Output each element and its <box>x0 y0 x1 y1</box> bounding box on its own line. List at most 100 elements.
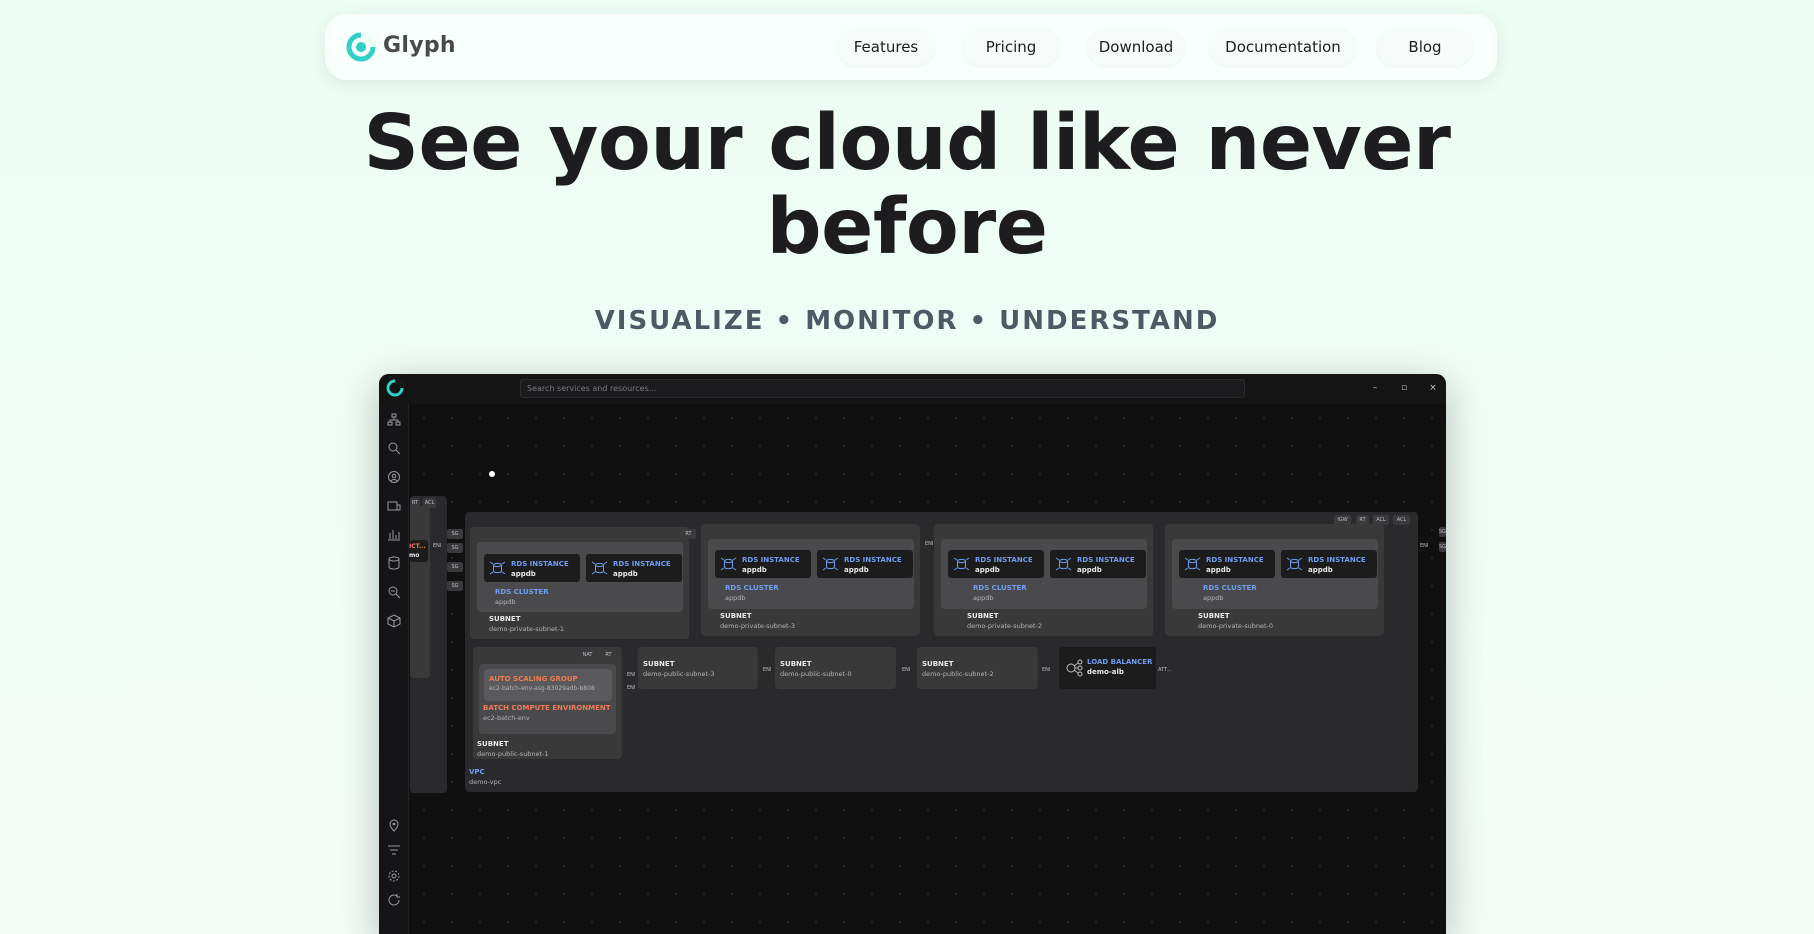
sg-tag[interactable]: SG <box>447 529 463 539</box>
rds-instance-card[interactable]: RDS INSTANCE appdb <box>1050 550 1146 578</box>
security-icon[interactable] <box>387 469 401 483</box>
rt-tag[interactable]: RT <box>601 650 616 660</box>
batch-compute-value: ec2-batch-env <box>483 714 530 722</box>
rds-instance-value: appdb <box>844 566 869 574</box>
settings-gear-icon[interactable] <box>387 868 401 882</box>
app-window-preview: Search services and resources... – ▫ × I… <box>379 374 1446 934</box>
rds-instance-icon <box>1055 557 1072 571</box>
app-search-input[interactable]: Search services and resources... <box>520 379 1245 398</box>
nav-link-pricing[interactable]: Pricing <box>963 28 1059 66</box>
sg-tag[interactable]: SG <box>447 581 463 591</box>
rds-instance-value: appdb <box>511 570 536 578</box>
nat-tag[interactable]: NAT <box>578 650 597 660</box>
rds-instance-icon <box>953 557 970 571</box>
rds-instance-value: appdb <box>613 570 638 578</box>
hero-subtitle: VISUALIZE • MONITOR • UNDERSTAND <box>594 306 1220 336</box>
eni-label: ENI <box>763 667 772 673</box>
load-balancer-icon <box>1066 659 1083 677</box>
sg-tag[interactable]: SG <box>1439 527 1446 537</box>
storage-icon[interactable] <box>387 555 401 570</box>
eni-label: ENI <box>1420 543 1429 549</box>
sg-tag[interactable]: SG <box>1439 542 1446 552</box>
rds-instance-label: RDS INSTANCE <box>742 556 800 564</box>
app-logo-icon <box>386 379 404 397</box>
rds-instance-card[interactable]: RDS INSTANCE appdb <box>817 550 913 578</box>
rds-cluster-label: RDS CLUSTER <box>725 584 779 592</box>
topology-icon[interactable] <box>387 412 401 426</box>
subnet-name: demo-public-subnet-2 <box>922 670 994 678</box>
subnet-label: SUBNET <box>922 660 954 668</box>
refresh-icon[interactable] <box>387 892 401 906</box>
package-icon[interactable] <box>387 613 401 628</box>
nav-link-documentation[interactable]: Documentation <box>1210 28 1356 66</box>
rds-instance-value: appdb <box>1077 566 1102 574</box>
nav-link-blog[interactable]: Blog <box>1377 28 1473 66</box>
rds-instance-card[interactable]: RDS INSTANCE appdb <box>715 550 811 578</box>
rds-cluster-label: RDS CLUSTER <box>973 584 1027 592</box>
metrics-icon[interactable] <box>387 526 401 541</box>
subnet-name: demo-public-subnet-0 <box>780 670 852 678</box>
rds-cluster-label: RDS CLUSTER <box>1203 584 1257 592</box>
batch-compute-label: BATCH COMPUTE ENVIRONMENT <box>483 704 611 712</box>
rds-instance-card[interactable]: RDS INSTANCE appdb <box>1179 550 1275 578</box>
search-resources-icon[interactable] <box>387 440 401 455</box>
att-label: ATT... <box>1158 667 1172 673</box>
acl-tag[interactable]: ACL <box>1393 515 1410 525</box>
subnet-public-2[interactable] <box>917 647 1038 689</box>
rds-instance-icon <box>822 557 839 571</box>
rds-instance-card[interactable]: RDS INSTANCE appdb <box>484 554 580 582</box>
load-balancer-card[interactable]: LOAD BALANCER demo-alb <box>1059 647 1156 689</box>
location-icon[interactable] <box>387 817 401 832</box>
sg-tag[interactable]: SG <box>447 543 463 553</box>
rds-instance-icon <box>720 557 737 571</box>
subnet-label: SUBNET <box>967 612 999 620</box>
rds-instance-label: RDS INSTANCE <box>613 560 671 568</box>
subnet-label: SUBNET <box>1198 612 1230 620</box>
eni-label: ENI <box>627 685 636 691</box>
left-stub-title: ICT... <box>409 543 426 550</box>
rds-instance-value: appdb <box>1308 566 1333 574</box>
rds-instance-card[interactable]: RDS INSTANCE appdb <box>586 554 682 582</box>
brand-name[interactable]: Glyph <box>383 33 456 58</box>
rds-instance-value: appdb <box>1206 566 1231 574</box>
rds-instance-label: RDS INSTANCE <box>844 556 902 564</box>
rds-instance-icon <box>1184 557 1201 571</box>
subnet-label: SUBNET <box>477 740 509 748</box>
maximize-icon[interactable]: ▫ <box>1397 381 1411 395</box>
vpc-label: VPC <box>469 768 485 776</box>
rds-instance-label: RDS INSTANCE <box>511 560 569 568</box>
rds-cluster-value: appdb <box>1203 594 1224 602</box>
rds-instance-card[interactable]: RDS INSTANCE appdb <box>1281 550 1377 578</box>
left-partial-card[interactable]: ICT... mo <box>409 540 428 562</box>
minimize-icon[interactable]: – <box>1368 381 1382 395</box>
asg-label: AUTO SCALING GROUP <box>489 675 578 683</box>
acl-tag[interactable]: ACL <box>423 498 436 508</box>
load-balancer-value: demo-alb <box>1087 668 1124 676</box>
mouse-cursor <box>489 471 495 477</box>
rt-tag[interactable]: RT <box>681 529 696 539</box>
hero-title: See your cloud like never before <box>363 99 1451 272</box>
subnet-label: SUBNET <box>780 660 812 668</box>
subnet-public-0[interactable] <box>775 647 896 689</box>
rds-instance-icon <box>591 561 608 575</box>
glyph-logo-icon[interactable] <box>345 31 377 63</box>
load-balancer-label: LOAD BALANCER <box>1087 658 1153 666</box>
close-icon[interactable]: × <box>1426 381 1440 395</box>
subnet-public-3[interactable] <box>638 647 758 689</box>
left-stub-value: mo <box>409 552 420 559</box>
inspect-icon[interactable] <box>387 584 401 599</box>
left-partial-subnet[interactable] <box>410 506 430 678</box>
sg-tag[interactable]: SG <box>447 562 463 572</box>
rds-cluster-value: appdb <box>973 594 994 602</box>
nav-link-download[interactable]: Download <box>1088 28 1184 66</box>
rds-instance-label: RDS INSTANCE <box>1308 556 1366 564</box>
subnet-name: demo-public-subnet-3 <box>643 670 715 678</box>
rds-instance-icon <box>489 561 506 575</box>
subnet-name: demo-public-subnet-1 <box>477 750 549 758</box>
nav-link-features[interactable]: Features <box>838 28 934 66</box>
rds-instance-card[interactable]: RDS INSTANCE appdb <box>948 550 1044 578</box>
eni-label: ENI <box>1042 667 1051 673</box>
filter-icon[interactable] <box>387 842 401 856</box>
rt-tag[interactable]: RT <box>410 498 420 508</box>
costs-icon[interactable] <box>387 498 401 512</box>
